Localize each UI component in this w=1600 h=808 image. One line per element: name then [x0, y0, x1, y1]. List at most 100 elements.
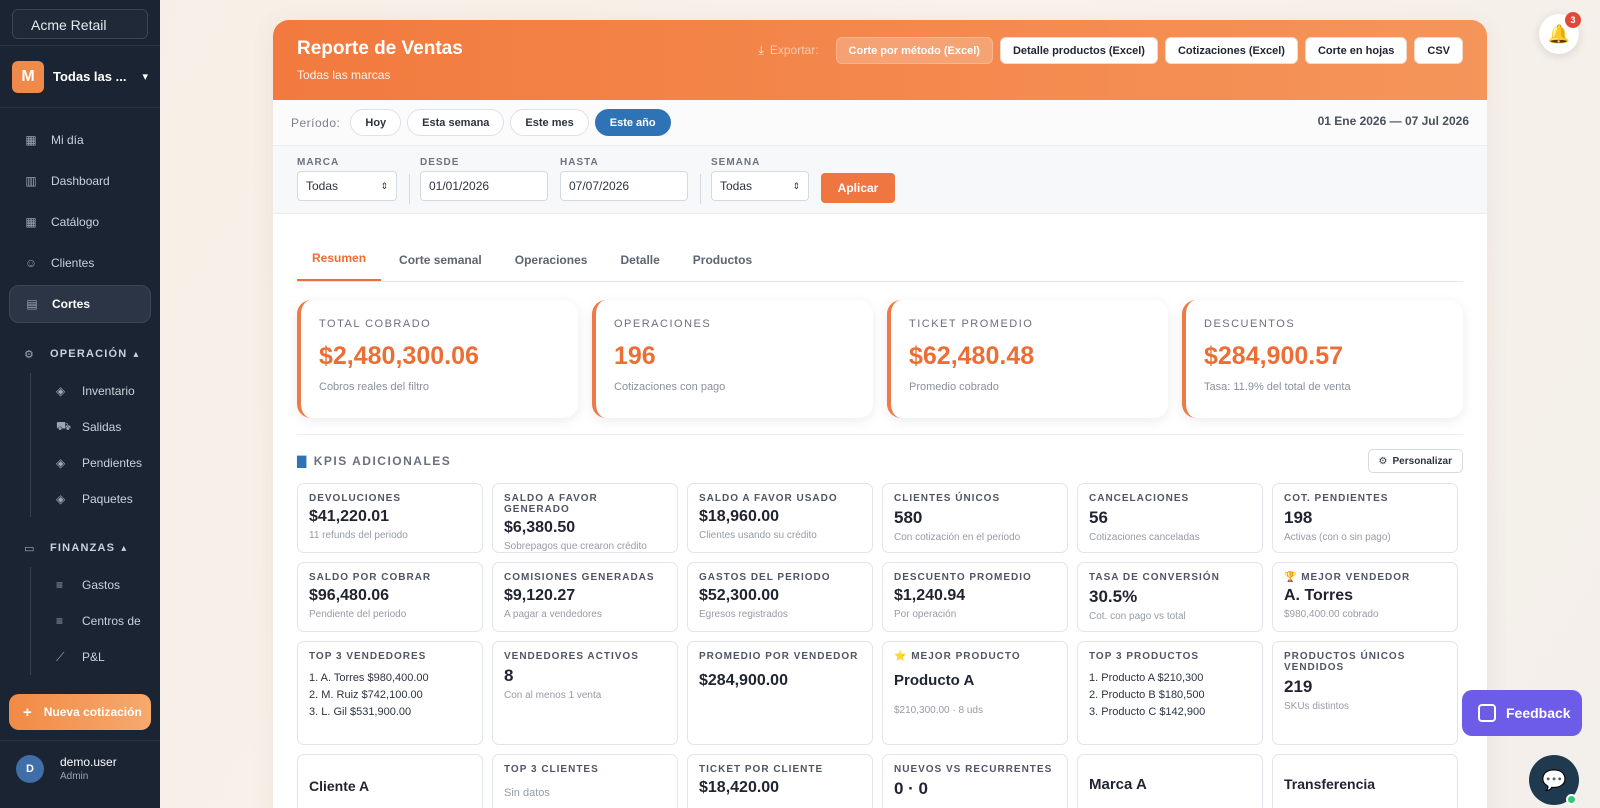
tab-operaciones[interactable]: Operaciones	[500, 253, 603, 281]
export-bar: ⤓ Exportar: Corte por método (Excel) Deta…	[759, 37, 1463, 64]
page-subtitle: Todas las marcas	[297, 68, 391, 82]
export-corte-hojas-button[interactable]: Corte en hojas	[1304, 37, 1408, 64]
chevron-down-icon: ▾	[142, 71, 148, 83]
notification-badge: 3	[1565, 12, 1581, 28]
user-profile[interactable]: D demo.user Admin	[0, 740, 160, 808]
kpi-descuento-promedio: DESCUENTO PROMEDIO $1,240.94 Por operación	[882, 562, 1068, 632]
brand-logo: M	[12, 60, 44, 93]
kpi-vendedores-activos: VENDEDORES ACTIVOS 8 Con al menos 1 venta	[492, 641, 678, 745]
additional-kpis-header: ▇ KPIS ADICIONALES ⚙ Personalizar	[297, 449, 1463, 473]
period-este-ano[interactable]: Este año	[594, 109, 671, 136]
export-detalle-productos-button[interactable]: Detalle productos (Excel)	[999, 37, 1158, 64]
sidebar-item-gastos[interactable]: ≡ Gastos	[0, 567, 160, 603]
tab-corte-semanal[interactable]: Corte semanal	[384, 253, 497, 281]
sidebar-nav: ▦ Mi día ▥ Dashboard ▦ Catálogo ☺ Clientes ▤…	[0, 108, 160, 675]
export-csv-button[interactable]: CSV	[1414, 37, 1463, 64]
marca-select[interactable]: Todas ⇕	[297, 171, 397, 201]
bar-chart-icon: ▇	[297, 454, 308, 468]
kpi-ticket-promedio: TICKET PROMEDIO $62,480.48 Promedio cobrad…	[887, 300, 1168, 418]
date-range-label: 01 Ene 2026 — 07 Jul 2026	[1317, 114, 1469, 128]
sidebar-item-dashboard[interactable]: ▥ Dashboard	[9, 162, 151, 200]
box-icon: ◈	[56, 384, 66, 398]
filters-bar: MARCA Todas ⇕ DESDE 01/01/2026 HASTA 07/0…	[273, 146, 1487, 214]
brand-name: Todas las ...	[53, 69, 127, 84]
feedback-button[interactable]: Feedback	[1462, 690, 1582, 736]
sidebar-item-mi-dia[interactable]: ▦ Mi día	[9, 121, 151, 159]
section-finanzas[interactable]: ▭ FINANZAS ▴	[0, 529, 160, 567]
period-esta-semana[interactable]: Esta semana	[407, 109, 505, 136]
workspace-input[interactable]: Acme Retail	[12, 9, 148, 39]
tab-detalle[interactable]: Detalle	[605, 253, 674, 281]
kpi-operaciones: OPERACIONES 196 Cotizaciones con pago	[592, 300, 873, 418]
sidebar-item-centros[interactable]: ≡ Centros de	[0, 603, 160, 639]
chevron-up-icon: ▴	[121, 542, 128, 554]
notifications-button[interactable]: 🔔 3	[1539, 12, 1581, 54]
chart-icon: ▥	[25, 174, 37, 188]
gear-icon: ⚙	[24, 348, 36, 361]
sidebar-item-pl[interactable]: ⟋ P&L	[0, 639, 160, 675]
kpi-gastos: GASTOS DEL PERIODO $52,300.00 Egresos regi…	[687, 562, 873, 632]
kpi-top-vendedores: TOP 3 VENDEDORES 1. A. Torres $980,400.00…	[297, 641, 483, 745]
trend-icon: ⟋	[56, 649, 65, 664]
document-icon: ▤	[26, 297, 38, 311]
kpi-mejor-cliente: Cliente A	[297, 754, 483, 808]
online-status-dot	[1566, 794, 1577, 805]
sidebar-item-clientes[interactable]: ☺ Clientes	[9, 244, 151, 282]
kpi-row: TOTAL COBRADO $2,480,300.06 Cobros reales …	[297, 300, 1463, 418]
customize-button[interactable]: ⚙ Personalizar	[1367, 449, 1463, 473]
box-icon: ◈	[56, 492, 66, 506]
kpi-mejor-marca: Marca A	[1077, 754, 1263, 808]
apply-button[interactable]: Aplicar	[821, 173, 895, 203]
export-corte-metodo-button[interactable]: Corte por método (Excel)	[835, 37, 993, 64]
sidebar-item-salidas[interactable]: ⛟ Salidas	[0, 409, 160, 445]
sidebar-item-cortes[interactable]: ▤ Cortes	[9, 285, 151, 323]
new-quote-button[interactable]: + Nueva cotización	[9, 694, 151, 730]
period-este-mes[interactable]: Este mes	[510, 109, 589, 136]
period-selector: Período: Hoy Esta semana Este mes Este a…	[273, 100, 1487, 146]
plus-icon: +	[23, 703, 32, 721]
brand-selector[interactable]: M Todas las ... ▾	[0, 46, 160, 108]
kpi-devoluciones: DEVOLUCIONES $41,220.01 11 refunds del per…	[297, 483, 483, 553]
sidebar-item-paquetes[interactable]: ◈ Paquetes	[0, 481, 160, 517]
tabs: Resumen Corte semanal Operaciones Detall…	[297, 230, 1463, 282]
sidebar-item-inventario[interactable]: ◈ Inventario	[0, 373, 160, 409]
sidebar: Acme Retail M Todas las ... ▾ ▦ Mi día ▥ D…	[0, 0, 160, 808]
kpi-clientes-unicos: CLIENTES ÚNICOS 580 Con cotización en el p…	[882, 483, 1068, 553]
chat-bubble-icon	[1478, 704, 1496, 722]
kpi-nuevos-recurrentes: NUEVOS VS RECURRENTES 0 · 0	[882, 754, 1068, 808]
kpi-top-productos: TOP 3 PRODUCTOS 1. Producto A $210,300 2. …	[1077, 641, 1263, 745]
sidebar-item-pendientes[interactable]: ◈ Pendientes	[0, 445, 160, 481]
export-cotizaciones-button[interactable]: Cotizaciones (Excel)	[1164, 37, 1298, 64]
chevron-up-icon: ▴	[133, 348, 140, 360]
bell-icon: 🔔	[1547, 23, 1571, 44]
chat-launcher-button[interactable]: 💬	[1529, 755, 1579, 805]
select-arrows-icon: ⇕	[380, 180, 388, 191]
kpi-ticket-cliente: TICKET POR CLIENTE $18,420.00	[687, 754, 873, 808]
semana-select[interactable]: Todas ⇕	[711, 171, 809, 201]
report-header: Reporte de Ventas Todas las marcas ⤓ Expo…	[273, 20, 1487, 100]
desde-date-input[interactable]: 01/01/2026	[420, 171, 548, 201]
hasta-date-input[interactable]: 07/07/2026	[560, 171, 688, 201]
kpi-top-clientes: TOP 3 CLIENTES Sin datos	[492, 754, 678, 808]
kpi-total-cobrado: TOTAL COBRADO $2,480,300.06 Cobros reales …	[297, 300, 578, 418]
kpi-mejor-producto: ⭐ MEJOR PRODUCTO Producto A $210,300.00 · …	[882, 641, 1068, 745]
tab-productos[interactable]: Productos	[678, 253, 767, 281]
kpi-saldo-favor-generado: SALDO A FAVOR GENERADO $6,380.50 Sobrepago…	[492, 483, 678, 553]
kpi-promedio-vendedor: PROMEDIO POR VENDEDOR $284,900.00	[687, 641, 873, 745]
select-arrows-icon: ⇕	[792, 180, 800, 191]
sidebar-item-catalogo[interactable]: ▦ Catálogo	[9, 203, 151, 241]
list-icon: ≡	[56, 578, 64, 592]
kpi-descuentos: DESCUENTOS $284,900.57 Tasa: 11.9% del tot…	[1182, 300, 1463, 418]
list-icon: ≡	[56, 614, 64, 628]
kpi-productos-unicos: PRODUCTOS ÚNICOS VENDIDOS 219 SKUs distint…	[1272, 641, 1458, 745]
gear-icon: ⚙	[1378, 455, 1388, 467]
section-operacion[interactable]: ⚙ OPERACIÓN ▴	[0, 335, 160, 373]
user-role: Admin	[60, 771, 89, 782]
truck-icon: ⛟	[56, 419, 72, 433]
additional-kpis-grid: DEVOLUCIONES $41,220.01 11 refunds del per…	[297, 483, 1463, 808]
chat-icon: 💬	[1541, 769, 1567, 792]
kpi-mejor-metodo: Transferencia	[1272, 754, 1458, 808]
tab-resumen[interactable]: Resumen	[297, 251, 382, 281]
period-hoy[interactable]: Hoy	[350, 109, 402, 136]
calendar-icon: ▦	[25, 133, 37, 147]
